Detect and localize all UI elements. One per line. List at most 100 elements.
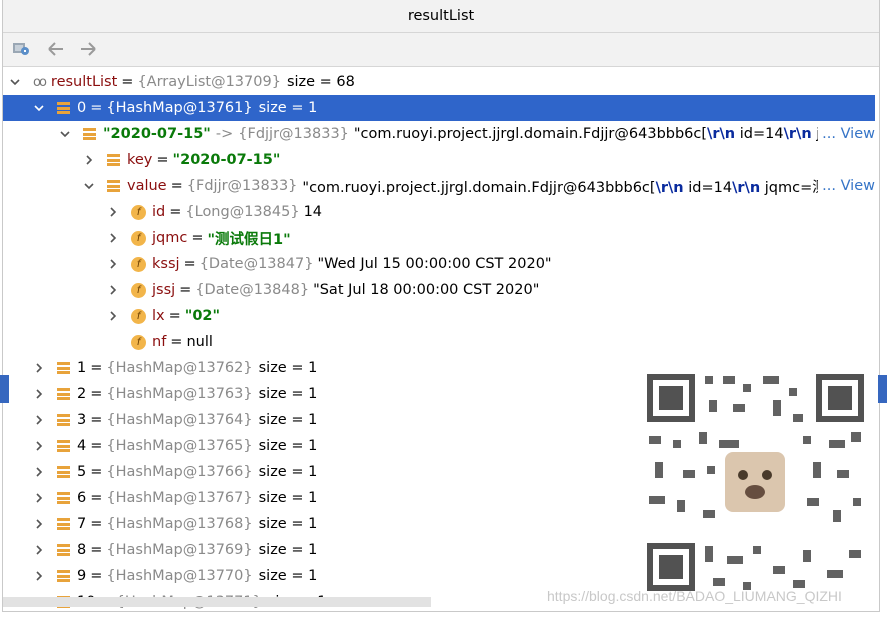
field-name: jssj: [152, 282, 176, 298]
chevron-right-icon[interactable]: [33, 570, 45, 582]
equals-sign: =: [90, 412, 103, 428]
field-icon: f: [131, 308, 146, 324]
item-type: {HashMap@13763}: [106, 386, 253, 402]
horizontal-scrollbar[interactable]: [3, 597, 431, 607]
arrow-right-icon[interactable]: [77, 39, 99, 59]
tree-row-item-0[interactable]: 0 = {HashMap@13761} size = 1: [3, 95, 875, 121]
chevron-right-icon[interactable]: [33, 440, 45, 452]
tree-row-field[interactable]: f jssj = {Date@13848} "Sat Jul 18 00:00:…: [3, 277, 875, 303]
map-entry-icon: [57, 544, 70, 556]
equals-sign: =: [179, 282, 192, 298]
escape-sequence: \r\n: [783, 126, 812, 142]
chevron-right-icon[interactable]: [107, 206, 119, 218]
chevron-right-icon[interactable]: [33, 388, 45, 400]
field-icon: f: [131, 334, 146, 350]
item-size: size = 1: [258, 516, 318, 532]
map-entry-icon: [57, 466, 70, 478]
watch-icon: oo: [33, 74, 47, 90]
tree-row-field[interactable]: f id = {Long@13845} 14: [3, 199, 875, 225]
map-entry-icon: [57, 362, 70, 374]
variable-name: resultList: [50, 74, 118, 90]
item-type: {HashMap@13767}: [106, 490, 253, 506]
equals-sign: =: [90, 542, 103, 558]
chevron-right-icon[interactable]: [107, 310, 119, 322]
item-size: size = 1: [258, 360, 318, 376]
arrow-left-icon[interactable]: [45, 39, 67, 59]
item-type: {HashMap@13769}: [106, 542, 253, 558]
chevron-right-icon[interactable]: [107, 232, 119, 244]
item-size: size = 1: [258, 568, 318, 584]
equals-sign: =: [90, 568, 103, 584]
map-entry-icon: [57, 440, 70, 452]
field-type: {Date@13848}: [195, 282, 310, 298]
field-value: 14: [303, 204, 323, 220]
item-index: 6: [77, 490, 87, 506]
field-name: jqmc: [152, 230, 188, 246]
item-size: size = 1: [258, 542, 318, 558]
chevron-right-icon[interactable]: [33, 466, 45, 478]
chevron-right-icon[interactable]: [33, 544, 45, 556]
tree-row-value[interactable]: value = {Fdjjr@13833} "com.ruoyi.project…: [3, 173, 875, 199]
item-index: 0: [77, 100, 87, 116]
chevron-right-icon[interactable]: [33, 414, 45, 426]
map-entry-icon: [57, 570, 70, 582]
map-entry-icon: [57, 492, 70, 504]
item-size: size = 1: [258, 464, 318, 480]
field-icon: f: [131, 204, 146, 220]
toolbar: [3, 33, 879, 67]
chevron-right-icon[interactable]: [107, 258, 119, 270]
equals-sign: =: [121, 74, 134, 90]
value-text-part: id=14: [683, 179, 733, 196]
equals-sign: =: [90, 360, 103, 376]
entry-key: "2020-07-15": [103, 126, 211, 142]
tree-row-field[interactable]: f jqmc = "测试假日1": [3, 225, 875, 251]
item-size: size = 1: [258, 438, 318, 454]
left-edge-accent: [0, 375, 9, 403]
map-entry-icon: [57, 518, 70, 530]
chevron-right-icon[interactable]: [107, 284, 119, 296]
item-index: 1: [77, 360, 87, 376]
equals-sign: =: [169, 204, 182, 220]
equals-sign: =: [168, 308, 181, 324]
entry-value-part: "com.ruoyi.project.jjrgl.domain.Fdjjr@64…: [353, 126, 708, 142]
field-name: kssj: [152, 256, 180, 272]
restore-watch-icon[interactable]: [11, 39, 33, 59]
escape-sequence: \r\n: [732, 179, 761, 196]
chevron-down-icon[interactable]: [9, 76, 21, 88]
chevron-down-icon[interactable]: [83, 180, 95, 192]
field-value: null: [186, 334, 213, 350]
tree-row-key[interactable]: key = "2020-07-15": [3, 147, 875, 173]
equals-sign: =: [90, 490, 103, 506]
chevron-down-icon[interactable]: [33, 102, 45, 114]
equals-sign: =: [90, 386, 103, 402]
item-type: {HashMap@13766}: [106, 464, 253, 480]
chevron-right-icon[interactable]: [33, 492, 45, 504]
tree-row-field[interactable]: f lx = "02": [3, 303, 875, 329]
item-type: {HashMap@13762}: [106, 360, 253, 376]
entry-type: {Fdjjr@13833}: [238, 126, 349, 142]
view-link[interactable]: ... View: [818, 173, 875, 199]
map-entry-icon: [57, 102, 70, 114]
item-type: {HashMap@13770}: [106, 568, 253, 584]
view-link[interactable]: ... View: [818, 121, 875, 147]
entry-value: "com.ruoyi.project.jjrgl.domain.Fdjjr@64…: [354, 126, 828, 142]
chevron-right-icon[interactable]: [83, 154, 95, 166]
right-edge-accent: [878, 375, 887, 403]
escape-sequence: \r\n: [655, 179, 684, 196]
field-type: {Long@13845}: [185, 204, 300, 220]
tree-row-map-entry[interactable]: "2020-07-15" -> {Fdjjr@13833} "com.ruoyi…: [3, 121, 875, 147]
map-entry-icon: [107, 180, 120, 192]
tree-row-field[interactable]: f kssj = {Date@13847} "Wed Jul 15 00:00:…: [3, 251, 875, 277]
item-size: size = 1: [258, 490, 318, 506]
chevron-right-icon[interactable]: [33, 362, 45, 374]
key-name: key: [127, 152, 153, 168]
chevron-right-icon[interactable]: [33, 518, 45, 530]
tree-row-root[interactable]: oo resultList = {ArrayList@13709} size =…: [3, 69, 875, 95]
field-icon: f: [131, 230, 146, 246]
field-value: "Sat Jul 18 00:00:00 CST 2020": [313, 282, 540, 298]
chevron-down-icon[interactable]: [59, 128, 71, 140]
tree-row-field[interactable]: f nf = null: [3, 329, 875, 355]
equals-sign: =: [183, 256, 196, 272]
value-text-part: "com.ruoyi.project.jjrgl.domain.Fdjjr@64…: [302, 179, 656, 196]
variable-size: size = 68: [286, 74, 355, 90]
